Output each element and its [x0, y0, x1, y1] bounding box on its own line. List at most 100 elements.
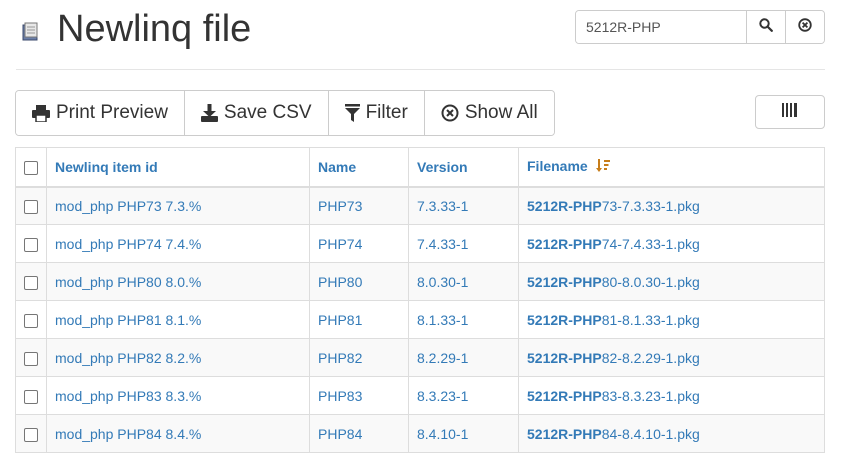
row-checkbox[interactable]: [24, 199, 38, 214]
data-table: Newlinq item id Name Version Filename mo…: [15, 147, 825, 453]
filename-match: 5212R-PHP: [527, 197, 602, 214]
version-cell: 8.1.33-1: [408, 300, 519, 339]
table-row[interactable]: mod_php PHP82 8.2.% PHP82 8.2.29-1 5212R-PH…: [15, 338, 825, 377]
version-link[interactable]: 8.4.10-1: [417, 426, 468, 442]
clear-search-button[interactable]: [786, 11, 824, 43]
filename-link[interactable]: 5212R-PHP82-8.2.29-1.pkg: [527, 350, 700, 366]
filename-rest: 81-8.1.33-1.pkg: [601, 311, 700, 328]
page-header: Newlinq file: [0, 0, 842, 70]
name-cell: PHP80: [309, 262, 409, 301]
item-id-link[interactable]: mod_php PHP80 8.0.%: [55, 274, 201, 290]
version-link[interactable]: 7.3.33-1: [417, 198, 468, 214]
search-icon: [759, 17, 773, 37]
item-id-link[interactable]: mod_php PHP81 8.1.%: [55, 312, 201, 328]
item-id-link[interactable]: mod_php PHP83 8.3.%: [55, 388, 201, 404]
item-id-cell: mod_php PHP81 8.1.%: [46, 300, 310, 339]
name-link[interactable]: PHP84: [318, 426, 362, 442]
item-id-cell: mod_php PHP74 7.4.%: [46, 224, 310, 263]
printer-icon: [32, 104, 50, 122]
sort-desc-icon: [595, 158, 610, 176]
name-cell: PHP74: [309, 224, 409, 263]
name-cell: PHP73: [309, 186, 409, 225]
select-all-cell: [15, 147, 47, 188]
filename-link[interactable]: 5212R-PHP83-8.3.23-1.pkg: [527, 388, 700, 404]
filename-rest: 74-7.4.33-1.pkg: [601, 235, 700, 252]
name-link[interactable]: PHP81: [318, 312, 362, 328]
row-checkbox[interactable]: [24, 427, 38, 442]
columns-button[interactable]: [755, 95, 825, 129]
print-preview-label: Print Preview: [56, 102, 168, 123]
filename-cell: 5212R-PHP84-8.4.10-1.pkg: [518, 414, 825, 453]
row-checkbox[interactable]: [24, 351, 38, 366]
document-icon: [22, 22, 39, 41]
item-id-link[interactable]: mod_php PHP74 7.4.%: [55, 236, 201, 252]
name-link[interactable]: PHP73: [318, 198, 362, 214]
filename-match: 5212R-PHP: [527, 311, 602, 328]
save-csv-label: Save CSV: [223, 102, 312, 123]
name-cell: PHP82: [309, 338, 409, 377]
name-link[interactable]: PHP74: [318, 236, 362, 252]
search-button[interactable]: [747, 11, 786, 43]
item-id-link[interactable]: mod_php PHP84 8.4.%: [55, 426, 201, 442]
name-link[interactable]: PHP82: [318, 350, 362, 366]
table-row[interactable]: mod_php PHP81 8.1.% PHP81 8.1.33-1 5212R-PH…: [15, 300, 825, 339]
version-link[interactable]: 8.0.30-1: [417, 274, 468, 290]
clear-circle-icon: [441, 104, 459, 122]
item-id-cell: mod_php PHP73 7.3.%: [46, 186, 310, 225]
filename-link[interactable]: 5212R-PHP81-8.1.33-1.pkg: [527, 312, 700, 328]
item-id-link[interactable]: mod_php PHP73 7.3.%: [55, 198, 201, 214]
version-cell: 8.4.10-1: [408, 414, 519, 453]
version-cell: 8.3.23-1: [408, 376, 519, 415]
select-all-checkbox[interactable]: [24, 160, 38, 175]
name-cell: PHP81: [309, 300, 409, 339]
print-preview-button[interactable]: Print Preview: [16, 91, 185, 135]
version-cell: 8.2.29-1: [408, 338, 519, 377]
filename-cell: 5212R-PHP83-8.3.23-1.pkg: [518, 376, 825, 415]
filename-link[interactable]: 5212R-PHP84-8.4.10-1.pkg: [527, 426, 700, 442]
version-link[interactable]: 8.3.23-1: [417, 388, 468, 404]
row-checkbox[interactable]: [24, 389, 38, 404]
item-id-cell: mod_php PHP82 8.2.%: [46, 338, 310, 377]
item-id-cell: mod_php PHP84 8.4.%: [46, 414, 310, 453]
row-checkbox[interactable]: [24, 275, 38, 290]
filename-rest: 80-8.0.30-1.pkg: [601, 273, 700, 290]
name-link[interactable]: PHP83: [318, 388, 362, 404]
columns-icon: [782, 102, 798, 122]
column-header-filename[interactable]: Filename: [518, 147, 825, 188]
row-checkbox[interactable]: [24, 237, 38, 252]
column-header-name[interactable]: Name: [309, 147, 409, 188]
filename-cell: 5212R-PHP80-8.0.30-1.pkg: [518, 262, 825, 301]
version-link[interactable]: 8.2.29-1: [417, 350, 468, 366]
table-header-row: Newlinq item id Name Version Filename: [15, 147, 825, 188]
save-csv-button[interactable]: Save CSV: [184, 91, 329, 135]
filename-link[interactable]: 5212R-PHP74-7.4.33-1.pkg: [527, 236, 700, 252]
filter-icon: [344, 104, 360, 122]
download-icon: [200, 104, 218, 122]
version-link[interactable]: 8.1.33-1: [417, 312, 468, 328]
search-input[interactable]: [576, 11, 747, 43]
filter-button[interactable]: Filter: [328, 91, 425, 135]
row-checkbox[interactable]: [24, 313, 38, 328]
row-select-cell: [15, 300, 47, 339]
filename-match: 5212R-PHP: [527, 235, 602, 252]
toolbar: Print Preview Save CSV Filter Show All: [15, 90, 555, 136]
item-id-link[interactable]: mod_php PHP82 8.2.%: [55, 350, 201, 366]
table-row[interactable]: mod_php PHP84 8.4.% PHP84 8.4.10-1 5212R-PH…: [15, 414, 825, 453]
item-id-cell: mod_php PHP80 8.0.%: [46, 262, 310, 301]
show-all-button[interactable]: Show All: [424, 91, 554, 135]
filename-link[interactable]: 5212R-PHP80-8.0.30-1.pkg: [527, 274, 700, 290]
row-select-cell: [15, 414, 47, 453]
page-title: Newlinq file: [57, 8, 252, 50]
clear-circle-icon: [798, 17, 812, 37]
table-row[interactable]: mod_php PHP74 7.4.% PHP74 7.4.33-1 5212R-PH…: [15, 224, 825, 263]
column-header-version[interactable]: Version: [408, 147, 519, 188]
filename-link[interactable]: 5212R-PHP73-7.3.33-1.pkg: [527, 198, 700, 214]
row-select-cell: [15, 186, 47, 225]
table-row[interactable]: mod_php PHP83 8.3.% PHP83 8.3.23-1 5212R-PH…: [15, 376, 825, 415]
version-link[interactable]: 7.4.33-1: [417, 236, 468, 252]
table-row[interactable]: mod_php PHP80 8.0.% PHP80 8.0.30-1 5212R-PH…: [15, 262, 825, 301]
table-row[interactable]: mod_php PHP73 7.3.% PHP73 7.3.33-1 5212R-PH…: [15, 186, 825, 225]
name-cell: PHP84: [309, 414, 409, 453]
column-header-item-id[interactable]: Newlinq item id: [46, 147, 310, 188]
name-link[interactable]: PHP80: [318, 274, 362, 290]
